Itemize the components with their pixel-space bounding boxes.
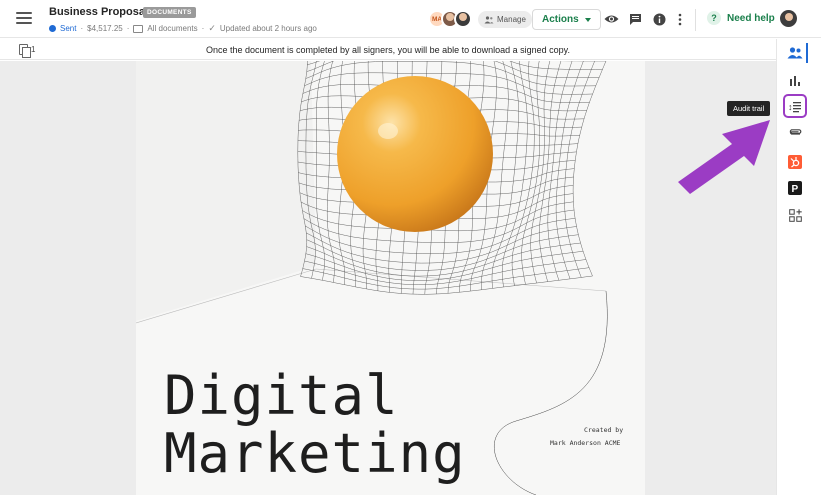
document-canvas: Digital Marketing Created by Mark Anders…: [0, 61, 776, 495]
people-icon: [484, 15, 494, 23]
info-bar: 1 Once the document is completed by all …: [0, 39, 776, 60]
folder-icon: [133, 24, 144, 33]
manage-label: Manage: [497, 15, 526, 24]
document-title[interactable]: Business Proposal: [49, 6, 148, 18]
svg-text:P: P: [792, 184, 799, 195]
cover-title-line1: Digital: [164, 364, 399, 427]
user-avatar[interactable]: [780, 10, 797, 27]
info-message: Once the document is completed by all si…: [205, 45, 571, 55]
help-label: Need help: [727, 12, 775, 24]
info-icon[interactable]: [651, 11, 667, 27]
pipedrive-icon[interactable]: P: [784, 177, 806, 199]
menu-icon[interactable]: [16, 12, 32, 24]
help-button[interactable]: ? Need help: [707, 11, 775, 25]
question-icon: ?: [707, 11, 721, 25]
attachments-icon[interactable]: [784, 123, 806, 145]
updated-time: Updated about 2 hours ago: [219, 24, 317, 33]
top-header: Business Proposal DOCUMENTS Sent · $4,51…: [0, 0, 821, 38]
hubspot-icon[interactable]: [784, 151, 806, 173]
manage-button[interactable]: Manage: [478, 11, 532, 28]
orange-sphere: [337, 76, 493, 232]
cover-title-line2: Marketing: [164, 422, 466, 485]
check-icon: ✓: [208, 23, 216, 33]
created-by-label: Created by: [584, 426, 624, 434]
chevron-down-icon: [584, 17, 591, 22]
add-app-icon[interactable]: [784, 204, 806, 226]
recipients-icon[interactable]: [784, 42, 806, 64]
svg-text:↕: ↕: [788, 102, 793, 112]
analytics-icon[interactable]: [784, 69, 806, 91]
status-text: Sent: [60, 24, 77, 33]
folder-link[interactable]: All documents: [147, 24, 197, 33]
audit-trail-icon[interactable]: ↕: [783, 94, 807, 118]
cover-title: Digital Marketing: [164, 367, 466, 483]
pointer-arrow-icon: [678, 120, 770, 194]
document-page: Digital Marketing Created by Mark Anders…: [136, 61, 645, 495]
more-options-icon[interactable]: [672, 11, 688, 27]
header-divider: [695, 9, 696, 31]
recipient-avatars[interactable]: MA: [428, 10, 472, 28]
comment-icon[interactable]: [627, 11, 643, 27]
document-type-badge: DOCUMENTS: [143, 7, 196, 18]
active-indicator: [806, 43, 808, 63]
document-meta: Sent · $4,517.25 · All documents · ✓ Upd…: [49, 23, 317, 34]
right-rail: ↕ P: [776, 39, 821, 495]
status-dot-icon: [49, 25, 56, 32]
created-by-name: Mark Anderson ACME: [550, 439, 621, 447]
eye-icon[interactable]: [603, 11, 619, 27]
actions-button[interactable]: Actions: [532, 9, 601, 30]
avatar[interactable]: [454, 10, 472, 28]
document-amount: $4,517.25: [87, 24, 123, 33]
actions-label: Actions: [542, 14, 579, 25]
